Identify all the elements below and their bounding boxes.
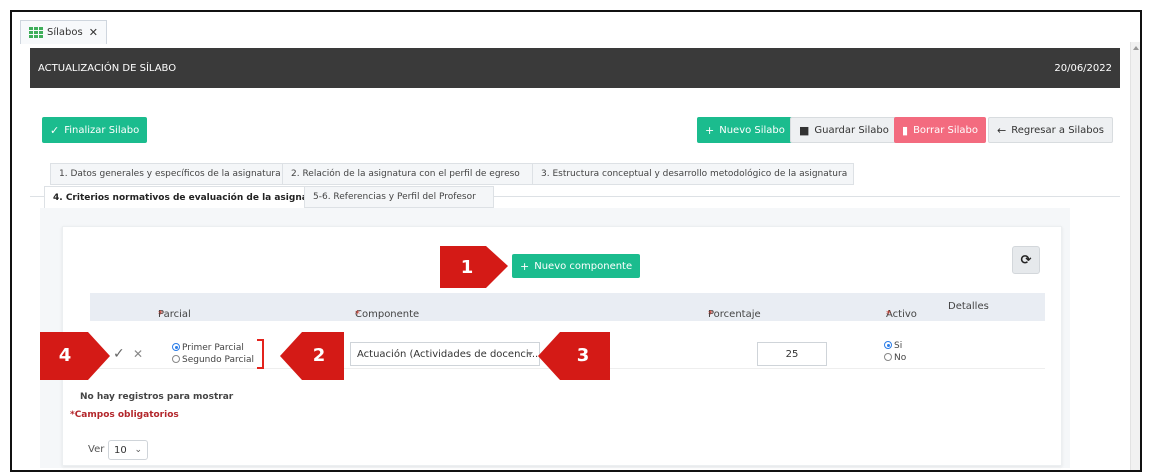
cancel-x-icon[interactable]: ✕ (133, 347, 143, 361)
callout-number: 1 (460, 256, 474, 278)
callout-2: 2 (268, 322, 344, 382)
new-syllabus-button[interactable]: + Nuevo Silabo (697, 117, 793, 143)
required-mark: * (158, 309, 163, 320)
primer-parcial-label: Primer Parcial (182, 343, 244, 353)
check-icon: ✓ (50, 123, 60, 137)
required-mark: * (886, 309, 891, 320)
activo-option-si[interactable]: Si (884, 341, 902, 351)
page-title: ACTUALIZACIÓN DE SÍLABO (38, 62, 177, 74)
tab-estructura-conceptual[interactable]: 3. Estructura conceptual y desarrollo me… (532, 163, 854, 185)
activo-option-no[interactable]: No (884, 353, 906, 363)
bracket-highlight (257, 339, 264, 369)
plus-icon: + (520, 259, 530, 273)
radio-primer-parcial[interactable] (172, 343, 180, 351)
radio-activo-no[interactable] (884, 353, 892, 361)
radio-segundo-parcial[interactable] (172, 355, 180, 363)
header-date: 20/06/2022 (1054, 62, 1112, 74)
back-button[interactable]: ← Regresar a Silabos (988, 117, 1113, 143)
callout-number: 3 (576, 344, 590, 366)
parcial-option-segundo[interactable]: Segundo Parcial (172, 355, 254, 365)
chevron-down-icon: ⌄ (134, 445, 142, 455)
caret-down-icon (527, 352, 533, 356)
column-detalles: Detalles (948, 301, 989, 312)
table-icon (29, 27, 43, 38)
back-label: Regresar a Silabos (1011, 124, 1104, 136)
tab-silabos[interactable]: Sílabos ✕ (20, 20, 107, 44)
scroll-up-icon[interactable] (1133, 46, 1139, 50)
tab-relacion-perfil[interactable]: 2. Relación de la asignatura con el perf… (282, 163, 534, 185)
tab-referencias-perfil[interactable]: 5-6. Referencias y Perfil del Profesor (304, 186, 494, 208)
page-size-select[interactable]: 10 ⌄ (108, 440, 148, 460)
column-porcentaje-label: Porcentaje (708, 309, 761, 320)
tab-datos-generales[interactable]: 1. Datos generales y específicos de la a… (50, 163, 284, 185)
required-mark: * (355, 309, 360, 320)
segundo-parcial-label: Segundo Parcial (182, 355, 254, 365)
new-component-label: Nuevo componente (534, 260, 633, 272)
page-size-label: Ver (88, 444, 105, 455)
save-button[interactable]: ■ Guardar Silabo (790, 117, 898, 143)
new-syllabus-label: Nuevo Silabo (719, 124, 785, 136)
finalize-label: Finalizar Silabo (64, 124, 140, 136)
callout-number: 2 (312, 344, 326, 366)
callout-4: 4 (38, 322, 110, 382)
plus-icon: + (705, 123, 715, 137)
close-icon[interactable]: ✕ (89, 26, 98, 39)
new-component-button[interactable]: + Nuevo componente (512, 254, 641, 278)
porcentaje-input[interactable]: 25 (757, 342, 827, 366)
save-label: Guardar Silabo (814, 124, 889, 136)
floppy-icon: ■ (799, 123, 810, 137)
tab-criterios-evaluacion[interactable]: 4. Criterios normativos de evaluación de… (44, 186, 329, 209)
refresh-icon: ⟳ (1020, 252, 1032, 268)
vertical-scrollbar[interactable] (1130, 42, 1140, 470)
required-mark: * (708, 309, 713, 320)
required-fields-note: *Campos obligatorios (70, 410, 179, 420)
refresh-button[interactable]: ⟳ (1012, 246, 1040, 274)
trash-icon: ▮ (902, 123, 909, 137)
tab-label: Sílabos (47, 27, 83, 38)
arrow-left-icon: ← (997, 123, 1007, 137)
delete-label: Borrar Silabo (913, 124, 979, 136)
activo-no-label: No (894, 353, 907, 363)
callout-3: 3 (538, 322, 610, 382)
activo-si-label: Si (894, 341, 903, 351)
table-header: Parcial * Componente * Porcentaje * Activo *… (90, 293, 1045, 321)
finalize-button[interactable]: ✓ Finalizar Silabo (42, 117, 148, 143)
document-tab-strip: Sílabos ✕ (12, 12, 1140, 46)
callout-number: 4 (58, 344, 72, 366)
column-componente-label: Componente (355, 309, 420, 320)
page-size-value: 10 (114, 444, 127, 456)
componente-value: Actuación (Actividades de docenci... (357, 348, 539, 360)
parcial-option-primer[interactable]: Primer Parcial (172, 343, 244, 353)
page-header: ACTUALIZACIÓN DE SÍLABO 20/06/2022 (30, 48, 1120, 88)
delete-button[interactable]: ▮ Borrar Silabo (894, 117, 987, 143)
empty-records-text: No hay registros para mostrar (80, 392, 234, 402)
componente-select[interactable]: Actuación (Actividades de docenci... (350, 342, 540, 366)
callout-1: 1 (440, 232, 508, 292)
radio-activo-si[interactable] (884, 341, 892, 349)
